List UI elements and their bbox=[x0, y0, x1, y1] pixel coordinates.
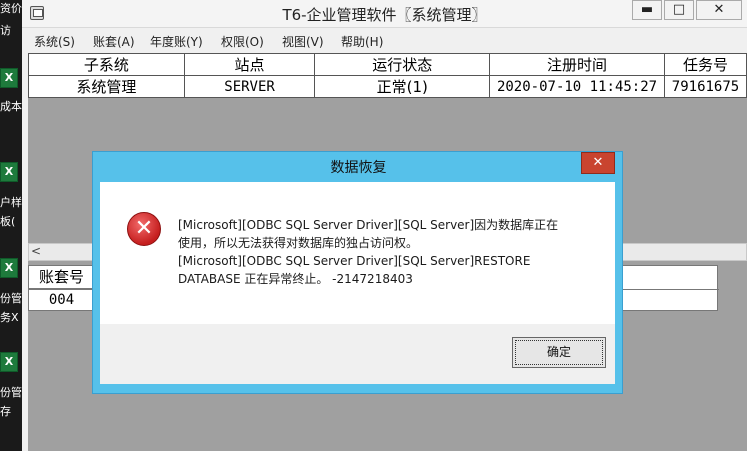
excel-icon[interactable]: X bbox=[0, 258, 18, 278]
column-header[interactable]: 运行状态 bbox=[314, 53, 491, 76]
dialog-title: 数据恢复 bbox=[330, 160, 387, 176]
dialog-close-button[interactable]: ✕ bbox=[581, 152, 615, 174]
close-button[interactable]: ✕ bbox=[696, 0, 742, 20]
desktop-label: 份管 bbox=[0, 292, 22, 305]
table-cell: 2020-07-10 11:45:27 bbox=[489, 75, 665, 98]
excel-icon[interactable]: X bbox=[0, 352, 18, 372]
menu-account-set[interactable]: 账套(A) bbox=[93, 33, 135, 50]
restore-error-dialog: 数据恢复 ✕ ✕ [Microsoft][ODBC SQL Server Dri… bbox=[92, 151, 623, 394]
minimize-button[interactable]: ▬ bbox=[632, 0, 662, 20]
excel-icon[interactable]: X bbox=[0, 68, 18, 88]
dialog-footer: 确定 bbox=[100, 324, 615, 384]
maximize-button[interactable]: □ bbox=[664, 0, 694, 20]
message-line: 使用，所以无法获得对数据库的独占访问权。 bbox=[178, 236, 419, 250]
table-cell: SERVER bbox=[183, 75, 316, 98]
menu-view[interactable]: 视图(V) bbox=[282, 33, 324, 50]
desktop-strip: 资价 访 X 成本 X 户样 板( X 份管 务X X 份管 存 bbox=[0, 0, 22, 451]
desktop-label: 存 bbox=[0, 405, 11, 418]
scroll-left-icon[interactable]: < bbox=[31, 244, 41, 258]
table-cell: 正常(1) bbox=[314, 75, 491, 98]
excel-icon[interactable]: X bbox=[0, 162, 18, 182]
table-row[interactable]: 系统管理 SERVER 正常(1) 2020-07-10 11:45:27 79… bbox=[28, 75, 747, 98]
menu-permissions[interactable]: 权限(O) bbox=[221, 33, 264, 50]
message-line: [Microsoft][ODBC SQL Server Driver][SQL … bbox=[178, 218, 559, 232]
column-header[interactable]: 任务号 bbox=[664, 53, 747, 76]
menu-help[interactable]: 帮助(H) bbox=[341, 33, 383, 50]
desktop-label: 户样 bbox=[0, 196, 22, 209]
desktop-label: 板( bbox=[0, 215, 16, 228]
ok-button[interactable]: 确定 bbox=[512, 337, 606, 368]
menu-system[interactable]: 系统(S) bbox=[34, 33, 75, 50]
column-header[interactable]: 注册时间 bbox=[489, 53, 665, 76]
desktop-label: 份管 bbox=[0, 386, 22, 399]
error-message: [Microsoft][ODBC SQL Server Driver][SQL … bbox=[178, 216, 598, 288]
desktop-label: 访 bbox=[0, 24, 11, 37]
dialog-body: ✕ [Microsoft][ODBC SQL Server Driver][SQ… bbox=[100, 182, 615, 324]
column-header[interactable]: 账套号 bbox=[29, 266, 95, 289]
title-bar[interactable]: T6-企业管理软件〖系统管理〗 ▬ □ ✕ bbox=[22, 0, 747, 28]
desktop-label: 资价 bbox=[0, 2, 22, 15]
table-cell[interactable]: 004 bbox=[29, 289, 95, 311]
menu-bar: 系统(S) 账套(A) 年度账(Y) 权限(O) 视图(V) 帮助(H) bbox=[22, 30, 747, 52]
message-line: DATABASE 正在异常终止。 -2147218403 bbox=[178, 272, 413, 286]
error-icon: ✕ bbox=[127, 212, 161, 246]
message-line: [Microsoft][ODBC SQL Server Driver][SQL … bbox=[178, 254, 531, 268]
table-cell: 79161675 bbox=[664, 75, 747, 98]
desktop-label: 务X bbox=[0, 311, 19, 324]
table-cell: 系统管理 bbox=[28, 75, 185, 98]
table-header-row: 子系统 站点 运行状态 注册时间 任务号 bbox=[28, 53, 747, 76]
column-header[interactable]: 站点 bbox=[183, 53, 316, 76]
subsystem-table: 子系统 站点 运行状态 注册时间 任务号 系统管理 SERVER 正常(1) 2… bbox=[28, 53, 747, 98]
desktop-label: 成本 bbox=[0, 100, 22, 113]
column-header[interactable]: 子系统 bbox=[28, 53, 185, 76]
menu-fiscal-year[interactable]: 年度账(Y) bbox=[150, 33, 203, 50]
